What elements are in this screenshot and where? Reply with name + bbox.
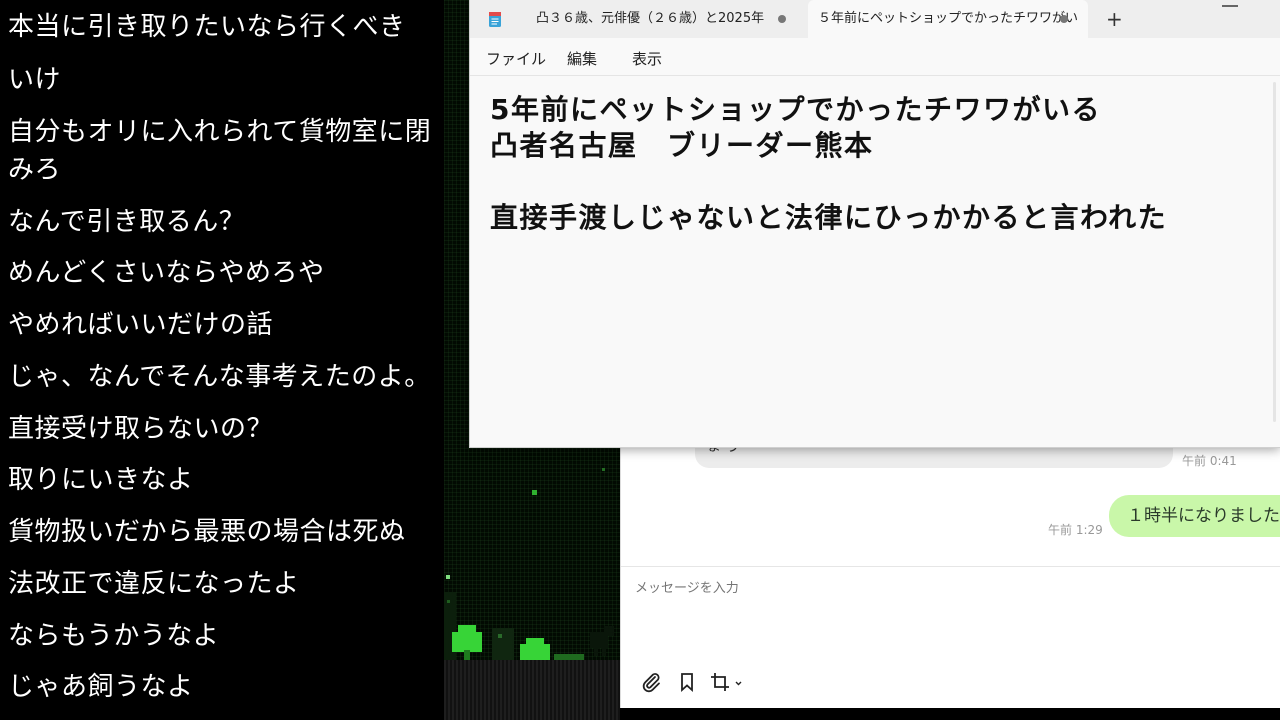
comment-feed: 本当に引き取りたいなら行くべき いけ 自分もオリに入れられて貨物室に閉みろ なん… — [0, 0, 444, 720]
comment: いけ — [8, 65, 62, 95]
menu-edit[interactable]: 編集 — [567, 48, 597, 69]
tab-label: ５年前にペットショップでかったチワワがい — [818, 11, 1079, 26]
comment: 直接受け取らないの？ — [8, 414, 274, 444]
tab-label: 凸３６歳、元俳優（２６歳）と2025年 — [536, 11, 765, 26]
menu-view[interactable]: 表示 — [632, 48, 662, 69]
comment: じゃ、なんでそんな事考えたのよ。 — [8, 362, 431, 392]
chat-bubble-text: １時半になりました — [1127, 506, 1280, 526]
notepad-window: 凸３６歳、元俳優（２６歳）と2025年 ５年前にペットショップでかったチワワがい… — [469, 0, 1280, 448]
crop-tool-button[interactable] — [709, 670, 745, 694]
game-ground — [444, 660, 620, 720]
comment: じゃあ飼うなよ — [8, 672, 194, 702]
unsaved-dot-icon — [1060, 15, 1068, 23]
creature-silhouette — [590, 626, 614, 656]
notepad-icon — [488, 10, 502, 28]
bookmark-icon[interactable] — [675, 670, 699, 694]
message-timestamp: 午前 1:29 — [1048, 523, 1103, 537]
bush — [520, 638, 550, 660]
tab-bar: 凸３６歳、元俳優（２６歳）と2025年 ５年前にペットショップでかったチワワがい… — [470, 0, 1280, 38]
tower-window — [447, 600, 450, 603]
document-line: 直接手渡しじゃないと法律にひっかかると言われた — [490, 201, 1168, 234]
message-timestamp: 午前 0:41 — [1182, 454, 1237, 468]
new-tab-button[interactable]: + — [1106, 7, 1123, 31]
vertical-scrollbar[interactable] — [1273, 82, 1276, 422]
particle — [602, 468, 605, 471]
document-line: 凸者名古屋 ブリーダー熊本 — [490, 129, 874, 162]
comment: 取りにいきなよ — [8, 465, 194, 495]
chat-bubble-sent: １時半になりました — [1109, 495, 1280, 537]
bush — [452, 625, 482, 660]
document-line: 5年前にペットショップでかったチワワがいる — [490, 93, 1101, 126]
tab-document-2[interactable]: ５年前にペットショップでかったチワワがい — [808, 0, 1088, 38]
comment: 自分もオリに入れられて貨物室に閉みろ — [8, 117, 432, 185]
comment: ならもうかうなよ — [8, 621, 220, 651]
document-text-area[interactable]: 5年前にペットショップでかったチワワがいる 凸者名古屋 ブリーダー熊本 直接手渡… — [490, 92, 1270, 236]
message-input[interactable] — [635, 581, 1135, 596]
minimize-icon[interactable] — [1222, 5, 1238, 7]
comment: 法改正で違反になったよ — [8, 569, 300, 599]
menu-file[interactable]: ファイル — [486, 48, 546, 69]
menu-bar: ファイル 編集 表示 — [470, 38, 1280, 76]
paperclip-icon[interactable] — [639, 670, 663, 694]
particle — [532, 490, 537, 495]
comment: やめればいいだけの話 — [8, 310, 274, 340]
comment: めんどくさいならやめろや — [8, 258, 325, 288]
pillar — [492, 628, 514, 660]
crop-icon — [711, 673, 742, 691]
comment: なんで引き取るん？ — [8, 207, 246, 237]
tab-document-1[interactable]: 凸３６歳、元俳優（２６歳）と2025年 — [524, 0, 806, 38]
unsaved-dot-icon — [778, 15, 786, 23]
comment: 貨物扱いだから最悪の場合は死ぬ — [8, 517, 406, 547]
particle — [446, 575, 450, 579]
comment: 本当に引き取りたいなら行くべき — [8, 12, 406, 42]
divider — [621, 566, 1280, 567]
chat-window: ま う 午前 0:41 午前 1:29 １時半になりました — [620, 440, 1280, 708]
